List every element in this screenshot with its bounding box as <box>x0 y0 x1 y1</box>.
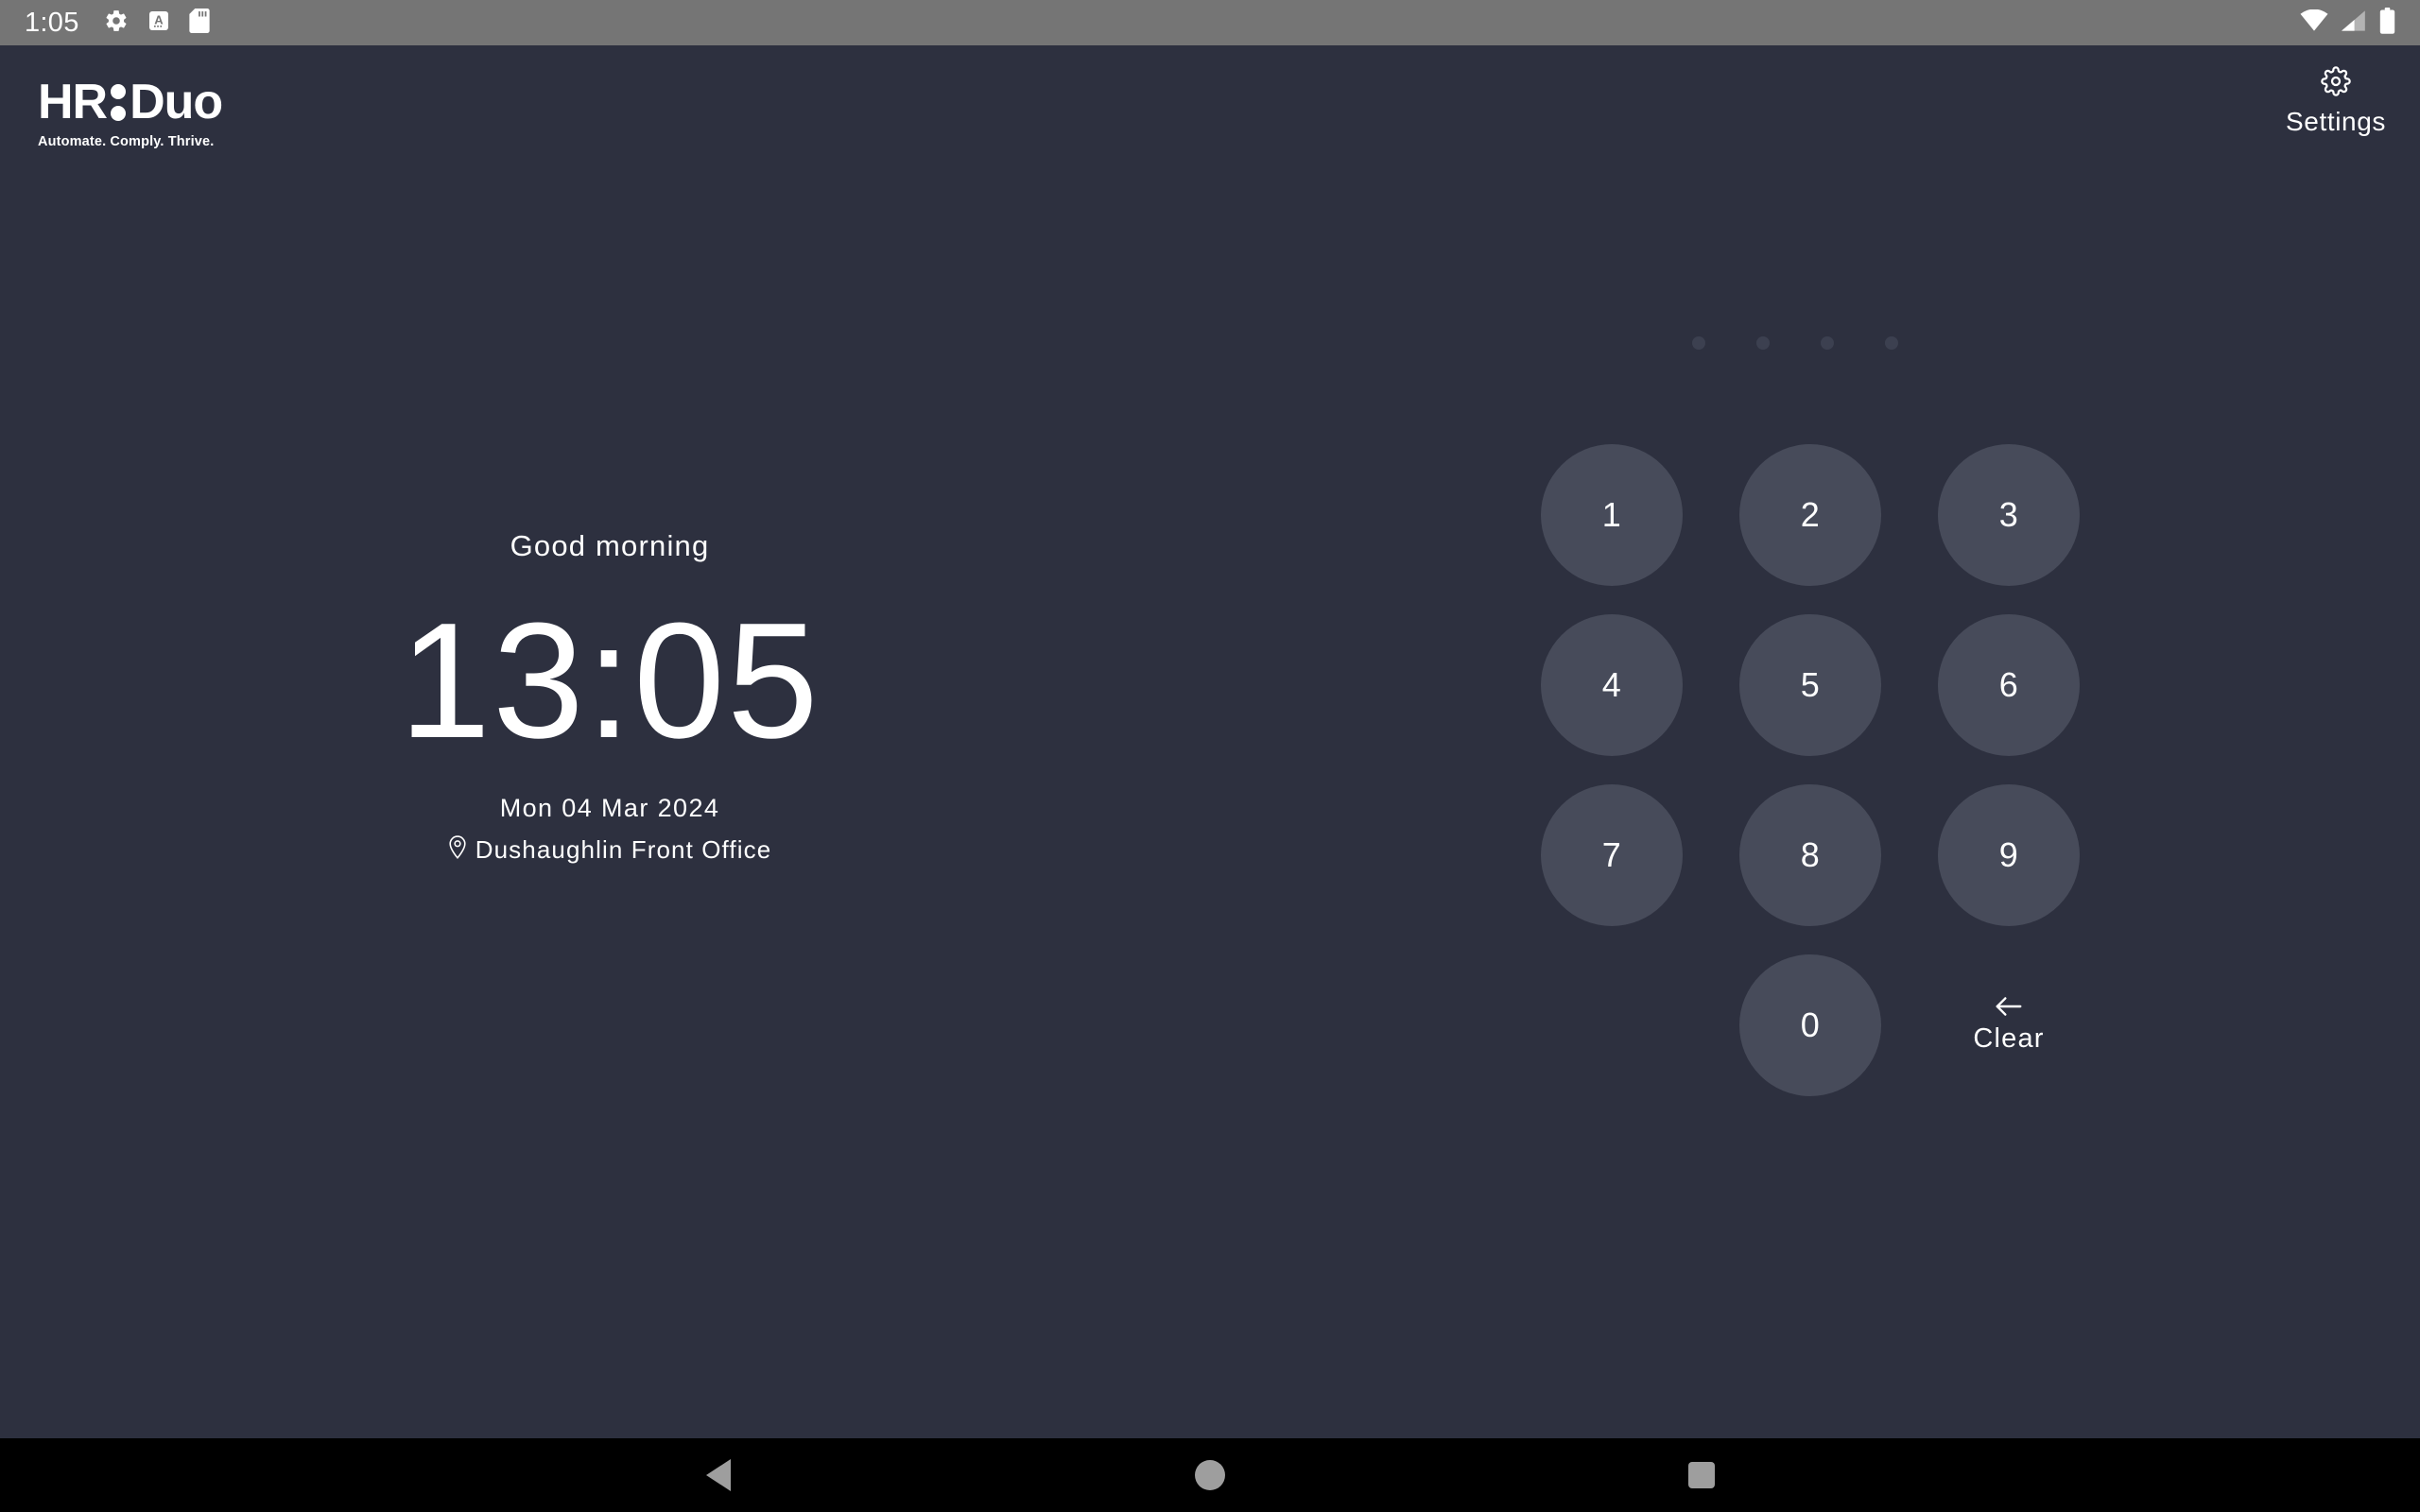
brand-tagline: Automate. Comply. Thrive. <box>38 134 215 149</box>
brand-logo: HR Duo Automate. Comply. Thrive. <box>38 77 321 149</box>
keyboard-language-icon: A <box>147 9 170 37</box>
settings-label: Settings <box>2286 107 2386 136</box>
android-navigation-bar <box>0 1438 2420 1512</box>
clock-info-panel: Good morning 13:05 Mon 04 Mar 2024 Dusha… <box>0 529 1219 866</box>
map-pin-icon <box>448 834 467 866</box>
keypad-clear-button[interactable]: Clear <box>1938 954 2080 1096</box>
brand-colon-dots-icon <box>111 83 127 121</box>
svg-text:A: A <box>154 12 164 26</box>
location-name: Dushaughlin Front Office <box>475 835 772 865</box>
keypad-key-1[interactable]: 1 <box>1541 444 1683 586</box>
greeting-text: Good morning <box>510 529 710 562</box>
gear-icon <box>104 9 129 38</box>
back-triangle-icon <box>706 1459 731 1491</box>
status-bar-notification-icons: A <box>104 8 210 38</box>
app-screen: 1:05 A HR Duo Automate. Comply. Thrive. … <box>0 0 2420 1512</box>
location-row: Dushaughlin Front Office <box>448 834 772 866</box>
keypad-key-0[interactable]: 0 <box>1739 954 1881 1096</box>
status-bar-clock: 1:05 <box>25 7 79 38</box>
brand-name-part2: Duo <box>130 75 223 129</box>
cellular-signal-icon <box>2342 9 2366 37</box>
arrow-left-icon <box>1995 996 2023 1020</box>
keypad-key-3[interactable]: 3 <box>1938 444 2080 586</box>
android-status-bar: 1:05 A <box>0 0 2420 45</box>
brand-name-part1: HR <box>38 75 108 129</box>
sd-card-icon <box>189 8 210 38</box>
wifi-icon <box>2300 9 2328 37</box>
keypad-key-9[interactable]: 9 <box>1938 784 2080 926</box>
current-date: Mon 04 Mar 2024 <box>499 794 720 823</box>
status-bar-system-icons <box>2300 7 2395 39</box>
pin-dot <box>1885 336 1898 350</box>
battery-icon <box>2379 7 2395 39</box>
keypad-key-8[interactable]: 8 <box>1739 784 1881 926</box>
keypad-key-6[interactable]: 6 <box>1938 614 2080 756</box>
pin-indicator <box>1692 336 1898 350</box>
keypad-key-2[interactable]: 2 <box>1739 444 1881 586</box>
keypad-key-7[interactable]: 7 <box>1541 784 1683 926</box>
settings-button[interactable]: Settings <box>2286 66 2386 137</box>
pin-keypad: 1 2 3 4 5 6 7 8 9 0 Clear <box>1541 444 2108 1096</box>
gear-icon <box>2321 66 2351 101</box>
pin-dot <box>1821 336 1834 350</box>
nav-back-button[interactable] <box>596 1459 841 1491</box>
brand-wordmark: HR Duo <box>38 77 321 127</box>
keypad-key-5[interactable]: 5 <box>1739 614 1881 756</box>
recents-square-icon <box>1688 1462 1715 1488</box>
home-circle-icon <box>1195 1460 1225 1490</box>
keypad-clear-label: Clear <box>1973 1023 2045 1054</box>
keypad-empty-slot <box>1541 954 1683 1096</box>
pin-dot <box>1756 336 1770 350</box>
nav-recents-button[interactable] <box>1579 1462 1824 1488</box>
current-time: 13:05 <box>399 588 821 772</box>
keypad-key-4[interactable]: 4 <box>1541 614 1683 756</box>
nav-home-button[interactable] <box>1087 1460 1333 1490</box>
pin-dot <box>1692 336 1705 350</box>
